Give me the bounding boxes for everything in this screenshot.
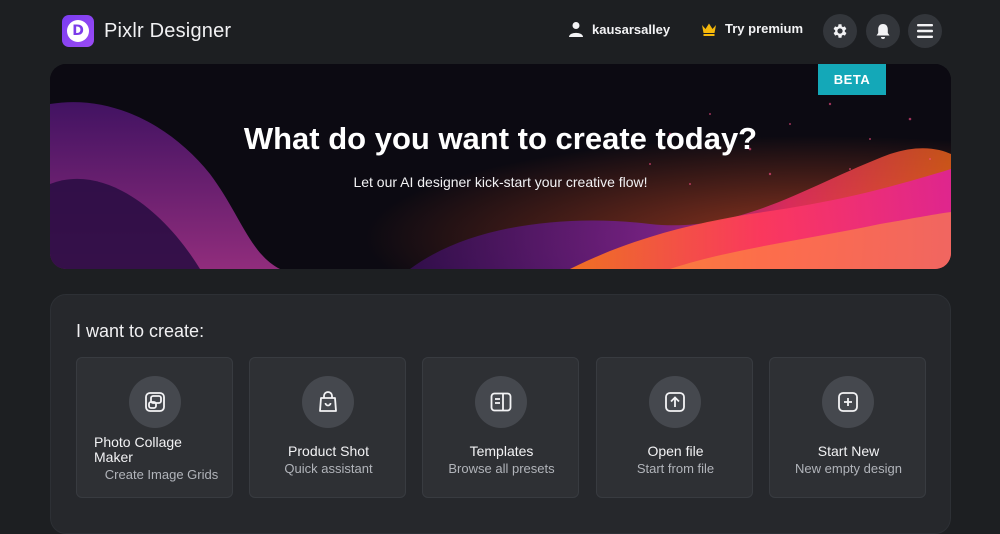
try-premium-label: Try premium: [725, 21, 804, 36]
gear-icon: [833, 24, 847, 38]
try-premium-button[interactable]: Try premium: [701, 21, 803, 36]
card-subtitle: Quick assistant: [284, 461, 373, 476]
card-open-file[interactable]: Open file Start from file: [596, 357, 753, 498]
upload-icon: [649, 376, 701, 428]
bell-icon: [876, 23, 890, 39]
beta-badge: BETA: [818, 64, 886, 95]
plus-square-icon: [822, 376, 874, 428]
create-heading: I want to create:: [76, 321, 205, 341]
shopping-bag-icon: [302, 376, 354, 428]
user-icon: [569, 22, 583, 37]
collage-icon: [129, 376, 181, 428]
settings-button[interactable]: [823, 14, 857, 48]
logo-letter: D: [67, 20, 89, 42]
menu-icon: [917, 24, 933, 38]
templates-icon: [475, 376, 527, 428]
pixlr-designer-logo-icon: D: [62, 15, 94, 47]
card-photo-collage-maker[interactable]: Photo Collage Maker Create Image Grids: [76, 357, 233, 498]
card-subtitle: Create Image Grids: [104, 467, 219, 482]
card-title: Photo Collage Maker: [94, 434, 182, 465]
main-menu-button[interactable]: [908, 14, 942, 48]
hero-background-waves: [50, 64, 951, 269]
create-panel: I want to create: Photo Collage Maker Cr…: [50, 294, 951, 534]
card-title: Product Shot: [288, 443, 369, 459]
app-name: Pixlr Designer: [104, 19, 232, 42]
card-subtitle: Browse all presets: [448, 461, 555, 476]
card-title: Start New: [817, 443, 880, 459]
card-title: Templates: [469, 443, 534, 459]
card-templates[interactable]: Templates Browse all presets: [422, 357, 579, 498]
card-subtitle: New empty design: [795, 461, 902, 476]
hero-banner: BETA What do you want to create today? L…: [50, 64, 951, 269]
card-title: Open file: [647, 443, 704, 459]
card-subtitle: Start from file: [636, 461, 715, 476]
hero-title: What do you want to create today?: [243, 121, 758, 156]
crown-icon: [702, 23, 716, 36]
card-start-new[interactable]: Start New New empty design: [769, 357, 926, 498]
card-product-shot[interactable]: Product Shot Quick assistant: [249, 357, 406, 498]
brand[interactable]: D Pixlr Designer: [62, 15, 231, 47]
hero-subtitle: Let our AI designer kick-start your crea…: [353, 174, 648, 190]
username: kausarsalley: [592, 21, 671, 37]
user-account-button[interactable]: kausarsalley: [568, 21, 670, 37]
notifications-button[interactable]: [866, 14, 900, 48]
top-bar: D Pixlr Designer kausarsalley Try premiu…: [0, 0, 1000, 64]
